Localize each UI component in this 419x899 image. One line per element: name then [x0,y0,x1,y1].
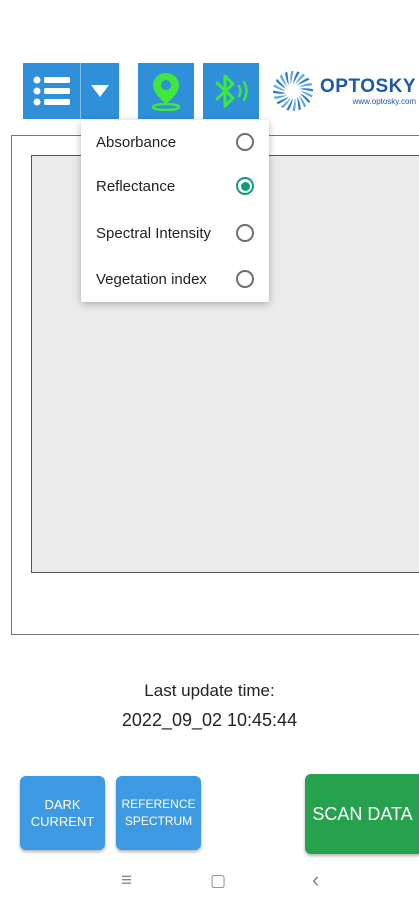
dropdown-item-label: Reflectance [96,177,176,195]
radio-button[interactable] [236,224,254,242]
location-pin-icon [151,73,181,111]
system-navigation-bar: ≡ ▢ ‹ [0,864,419,899]
sunburst-logo-icon [273,71,313,111]
menu-icon [33,76,70,106]
dropdown-item-label: Spectral Intensity [96,224,212,242]
bluetooth-button[interactable] [203,63,259,119]
bluetooth-icon [215,74,248,108]
logo-ray [292,97,296,111]
dropdown-item-absorbance[interactable]: Absorbance [96,122,254,162]
back-icon[interactable]: ‹ [312,867,319,893]
reference-spectrum-label-line1: REFERENCE [121,797,196,811]
mode-dropdown-menu: Absorbance Reflectance Spectral Intensit… [81,120,269,302]
logo-name: OPTOSKY [320,75,417,97]
scan-data-button[interactable]: SCAN DATA [305,774,419,854]
dark-current-button[interactable]: DARK CURRENT [20,776,105,850]
last-update-label: Last update time: [144,681,275,700]
radio-button-selected[interactable] [236,177,254,195]
location-button[interactable] [138,63,194,119]
home-icon[interactable]: ▢ [210,871,226,891]
scan-data-label: SCAN DATA [312,803,413,824]
logo-ray [299,88,313,92]
dark-current-label-line1: DARK [44,797,81,812]
dropdown-item-label: Vegetation index [96,270,207,288]
reference-spectrum-label-line2: SPECTRUM [124,814,193,828]
radio-button[interactable] [236,133,254,151]
dropdown-item-vegetation-index[interactable]: Vegetation index [96,259,254,299]
menu-button[interactable] [23,63,80,119]
last-update-time: 2022_09_02 10:45:44 [121,710,298,730]
dark-current-label-line2: CURRENT [30,814,95,829]
radio-button[interactable] [236,270,254,288]
logo-ray [273,90,287,94]
reference-spectrum-button[interactable]: REFERENCE SPECTRUM [116,776,201,850]
dropdown-item-reflectance[interactable]: Reflectance [96,166,254,206]
optosky-logo: OPTOSKY www.optosky.com [272,68,419,114]
triangle-down-icon [91,85,109,97]
dropdown-item-label: Absorbance [96,133,177,151]
radio-dot-icon [240,181,250,191]
logo-url: www.optosky.com [352,96,417,106]
logo-ray [290,71,294,85]
mode-dropdown-button[interactable] [80,63,119,119]
recent-apps-icon[interactable]: ≡ [121,870,132,892]
dropdown-item-spectral-intensity[interactable]: Spectral Intensity [96,213,254,253]
